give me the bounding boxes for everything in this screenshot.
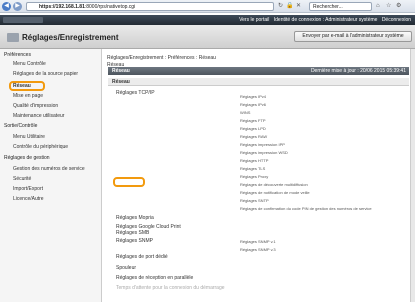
breadcrumb: Réglages/Enregistrement : Préférences : … <box>107 55 216 61</box>
tcpip-item: Réglages de notification de mode veille <box>240 190 310 195</box>
header-links: Vers le portail Identité de connexion : … <box>236 17 411 23</box>
tcpip-item: Réglages IPv6 <box>240 102 267 107</box>
last-updated: Dernière mise à jour : 20/06 2015 05:39:… <box>310 68 406 74</box>
parallel-reception-link[interactable]: Réglages de réception en parallèle <box>116 275 193 281</box>
sidebar-item-device-control[interactable]: Contrôle du périphérique <box>13 144 68 150</box>
tcpip-item: Réglages TLS <box>240 166 266 171</box>
snmp-item: Réglages SNMP v.1 <box>240 239 276 244</box>
address-host: https://192.168.1.81 <box>39 4 85 10</box>
sidebar-heading-preferences: Préférences <box>4 52 31 58</box>
tcpip-item: Réglages Proxy <box>240 174 269 179</box>
sidebar-item-security[interactable]: Sécurité <box>13 176 31 182</box>
scrollbar[interactable] <box>410 49 415 302</box>
faded-item: Temps d'attente pour la connexion du dém… <box>116 285 225 291</box>
logout-link[interactable]: Déconnexion <box>382 17 411 23</box>
address-bar[interactable]: https://192.168.1.81:8000/rps/nativetop.… <box>26 2 274 11</box>
login-identity: Identité de connexion : Administrateur s… <box>273 17 378 23</box>
gear-icon[interactable]: ⚙ <box>396 3 401 10</box>
refresh-icon[interactable]: ↻ <box>278 3 283 10</box>
close-icon[interactable]: ✕ <box>296 3 301 10</box>
sidebar-item-paper-source[interactable]: Réglages de la source papier <box>13 71 78 77</box>
selected-highlight <box>113 177 145 187</box>
tcpip-item: Réglages LPD <box>240 126 266 131</box>
snmp-settings-link[interactable]: Réglages SNMP <box>116 238 153 244</box>
logo <box>3 17 43 23</box>
sidebar-item-network[interactable]: Réseau <box>13 83 31 89</box>
portal-link[interactable]: Vers le portail <box>239 17 269 23</box>
tcpip-item: Réglages RAW <box>240 134 268 139</box>
tcpip-item: Réglages de découverte multidiffusion <box>240 182 308 187</box>
smb-settings-link[interactable]: Réglages SMB <box>116 230 149 236</box>
tcpip-item: Réglages IPv4 <box>240 94 267 99</box>
sidebar-item-layout[interactable]: Mise en page <box>13 93 43 99</box>
sidebar-item-user-maintenance[interactable]: Maintenance utilisateur <box>13 113 64 119</box>
tcpip-settings-link[interactable]: Réglages TCP/IP <box>116 90 155 96</box>
sidebar-item-department-id[interactable]: Gestion des numéros de service <box>13 166 85 172</box>
browser-toolbar: ◀ ▶ https://192.168.1.81:8000/rps/native… <box>0 0 415 13</box>
address-path: :8000/rps/nativetop.cgi <box>84 4 136 10</box>
tcpip-item: WINS <box>240 110 251 115</box>
sidebar-item-license[interactable]: Licence/Autre <box>13 196 44 202</box>
app-header: Vers le portail Identité de connexion : … <box>0 15 415 25</box>
main-content: Réglages/Enregistrement : Préférences : … <box>104 49 415 302</box>
section-header-title: Réseau <box>112 68 130 74</box>
sidebar-heading-management: Réglages de gestion <box>4 155 50 161</box>
search-input[interactable]: Rechercher... <box>309 2 372 11</box>
tcpip-item: Réglages HTTP <box>240 158 269 163</box>
snmp-item: Réglages SNMP v.3 <box>240 247 276 252</box>
spooler-link[interactable]: Spouleur <box>116 265 136 271</box>
page-title: Réglages/Enregistrement <box>22 33 119 42</box>
back-icon[interactable]: ◀ <box>2 2 11 11</box>
sidebar-heading-output: Sortie/Contrôle <box>4 123 38 129</box>
lock-icon: 🔒 <box>286 3 294 9</box>
tcpip-item: Réglages FTP <box>240 118 266 123</box>
tcpip-item: Réglages impression WSD <box>240 150 288 155</box>
star-icon[interactable]: ☆ <box>386 3 391 10</box>
section-header: Réseau Dernière mise à jour : 20/06 2015… <box>108 67 409 75</box>
settings-icon <box>7 33 19 42</box>
email-admin-button[interactable]: Envoyer par e-mail à l'administrateur sy… <box>294 31 412 42</box>
network-subheader: Réseau <box>108 78 409 86</box>
home-icon[interactable]: ⌂ <box>376 3 380 10</box>
sidebar-item-import-export[interactable]: Import/Export <box>13 186 43 192</box>
mopria-settings-link[interactable]: Réglages Mopria <box>116 215 154 221</box>
forward-icon[interactable]: ▶ <box>13 2 22 11</box>
sidebar-item-print-quality[interactable]: Qualité d'impression <box>13 103 58 109</box>
tcpip-item: Réglages de confirmation du code PIN de … <box>240 206 372 211</box>
sidebar-item-menu-control[interactable]: Menu Contrôle <box>13 61 46 67</box>
sidebar-item-utility[interactable]: Menu Utilitaire <box>13 134 45 140</box>
tcpip-item: Réglages SNTP <box>240 198 269 203</box>
tcpip-item: Réglages impression IPP <box>240 142 285 147</box>
dedicated-port-link[interactable]: Réglages de port dédié <box>116 254 168 260</box>
